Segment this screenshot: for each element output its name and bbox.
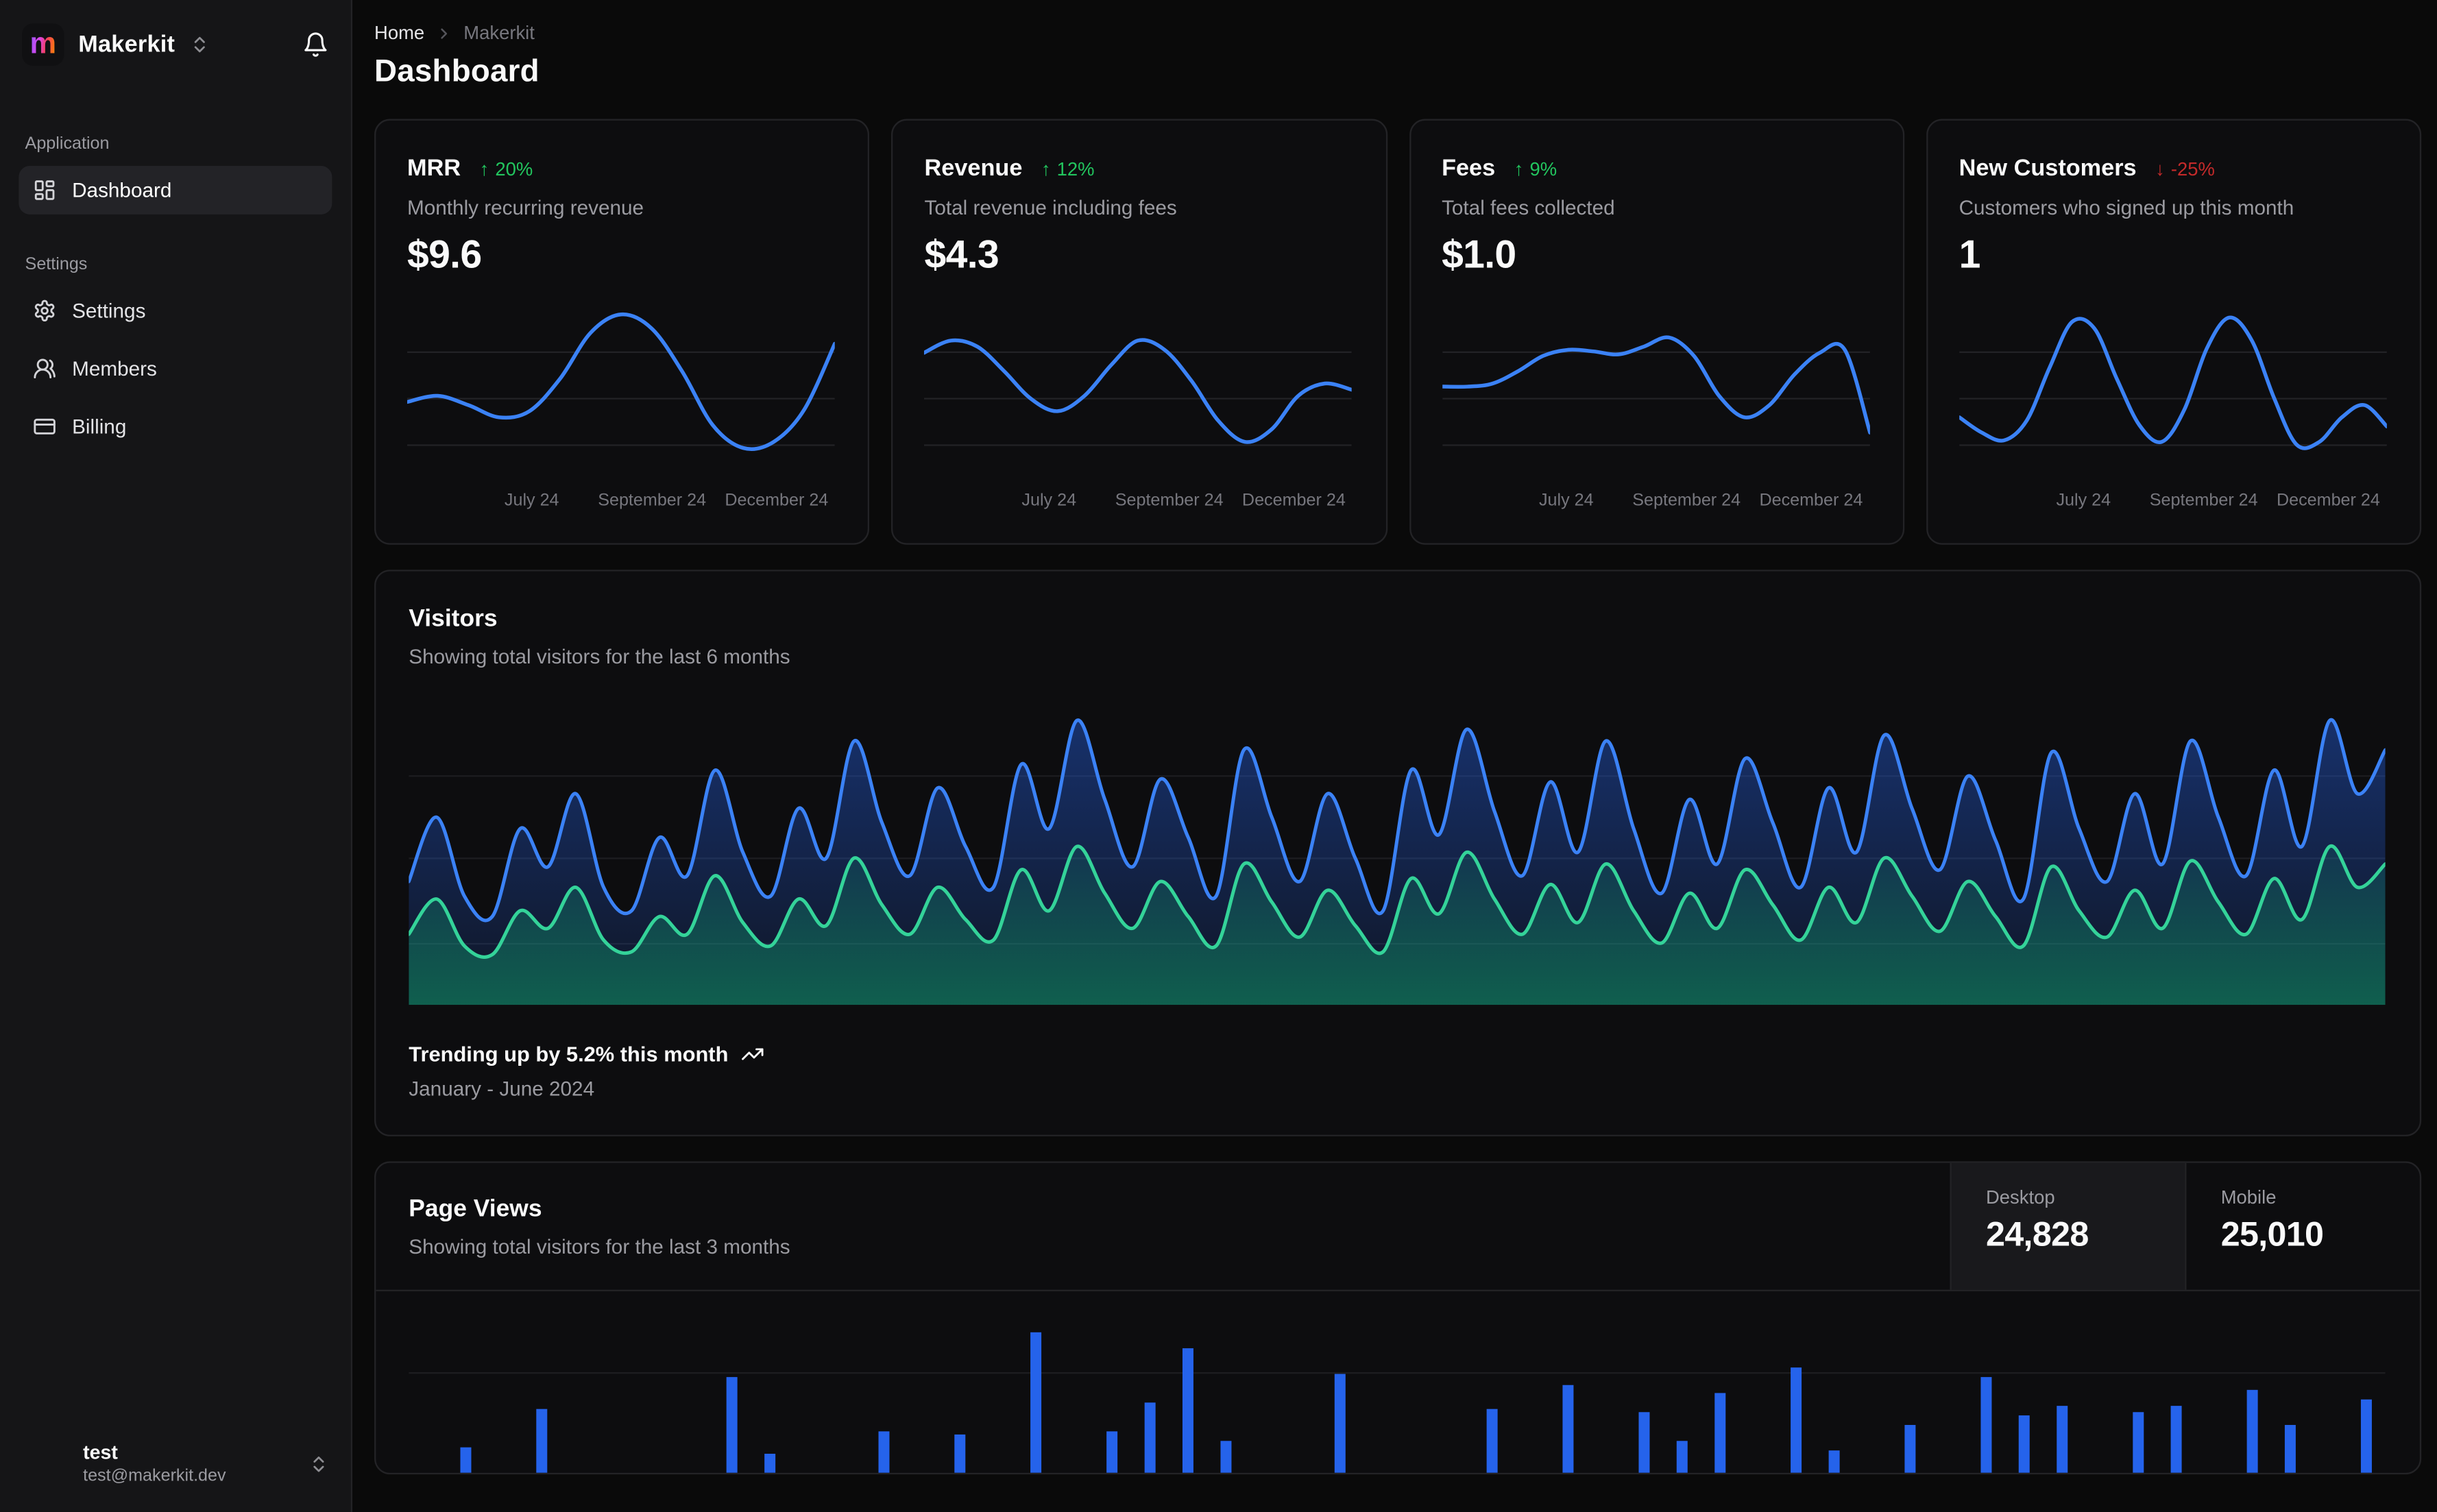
stat-title: New Customers [1959, 155, 2137, 182]
page-views-bar-chart [409, 1332, 2386, 1473]
trend-badge: ↑ 20% [479, 158, 533, 180]
tab-mobile[interactable]: Mobile 25,010 [2185, 1162, 2420, 1290]
dashboard-grid-icon [33, 178, 56, 202]
credit-card-icon [33, 415, 56, 438]
new-customers-sparkline-chart [1956, 315, 2389, 450]
stat-title: Revenue [924, 155, 1023, 182]
stat-subtitle: Monthly recurring revenue [407, 195, 644, 219]
sidebar-item-label: Billing [72, 415, 127, 439]
stat-subtitle: Customers who signed up this month [1959, 195, 2294, 219]
visitors-trend: Trending up by 5.2% this month [409, 1042, 2387, 1066]
sidebar-section-settings: Settings [25, 255, 88, 274]
app-name: Makerkit [78, 31, 175, 58]
breadcrumb-home-link[interactable]: Home [374, 22, 424, 44]
visitors-subtitle: Showing total visitors for the last 6 mo… [409, 644, 790, 669]
stat-value: $4.3 [924, 233, 999, 278]
notifications-bell-icon[interactable] [302, 32, 329, 58]
app-logo: m [21, 23, 64, 66]
trend-badge: ↑ 12% [1041, 158, 1095, 180]
stat-title: Fees [1442, 155, 1496, 182]
stat-card-new-customers: New Customers ↓ -25% Customers who signed… [1926, 119, 2422, 545]
stat-subtitle: Total revenue including fees [924, 195, 1177, 219]
workspace-selector[interactable]: m Makerkit [19, 21, 332, 69]
stat-card-fees: Fees ↑ 9% Total fees collected $1.0 July … [1409, 119, 1904, 545]
arrow-up-icon: ↑ [479, 158, 489, 180]
app-window: m Makerkit Application Dashboard Setting… [0, 0, 2437, 1512]
chevrons-up-down-icon [308, 1453, 329, 1474]
trend-badge: ↓ -25% [2155, 158, 2215, 180]
sidebar-item-label: Members [72, 356, 157, 380]
x-axis-labels: July 24 September 24 December 24 [504, 491, 829, 511]
chevron-right-icon [435, 24, 452, 41]
visitors-area-chart [409, 718, 2386, 1005]
x-axis-labels: July 24 September 24 December 24 [1021, 491, 1346, 511]
arrow-down-icon: ↓ [2155, 158, 2165, 180]
stat-subtitle: Total fees collected [1442, 195, 1615, 219]
stat-cards-row: MRR ↑ 20% Monthly recurring revenue $9.6 … [374, 119, 2422, 545]
page-title: Dashboard [374, 54, 539, 90]
stat-card-revenue: Revenue ↑ 12% Total revenue including fee… [891, 119, 1387, 545]
page-views-card: Page Views Showing total visitors for th… [374, 1161, 2422, 1475]
tab-desktop[interactable]: Desktop 24,828 [1950, 1162, 2185, 1290]
gear-icon [33, 299, 56, 322]
visitors-card: Visitors Showing total visitors for the … [374, 570, 2422, 1136]
page-views-header: Page Views Showing total visitors for th… [376, 1162, 2420, 1291]
stat-value: 1 [1959, 233, 1981, 278]
sidebar-item-billing[interactable]: Billing [19, 402, 332, 451]
breadcrumb-current: Makerkit [463, 21, 535, 44]
stat-value: $9.6 [407, 233, 482, 278]
user-avatar [22, 1440, 69, 1487]
user-email: test@makerkit.dev [83, 1466, 226, 1486]
page-views-title: Page Views [409, 1195, 542, 1223]
revenue-sparkline-chart [922, 338, 1355, 446]
mobile-total: 25,010 [2220, 1215, 2324, 1254]
main-content: Home Makerkit Dashboard MRR ↑ 20% Monthly… [352, 0, 2437, 1512]
fees-sparkline-chart [1440, 335, 1871, 446]
sidebar-item-label: Settings [72, 299, 146, 323]
mrr-sparkline-chart [405, 313, 837, 451]
x-axis-labels: July 24 September 24 December 24 [1538, 491, 1863, 511]
sidebar-item-label: Dashboard [72, 178, 172, 202]
desktop-total: 24,828 [1985, 1215, 2089, 1254]
sidebar-item-members[interactable]: Members [19, 344, 332, 393]
visitors-title: Visitors [409, 605, 498, 633]
breadcrumb: Home Makerkit [374, 22, 2421, 44]
user-menu[interactable]: test test@makerkit.dev [19, 1434, 332, 1493]
sidebar-item-settings[interactable]: Settings [19, 286, 332, 335]
page-views-subtitle: Showing total visitors for the last 3 mo… [409, 1234, 790, 1259]
user-name: test [83, 1441, 118, 1464]
stat-title: MRR [407, 155, 461, 182]
users-icon [33, 357, 56, 380]
arrow-up-icon: ↑ [1041, 158, 1051, 180]
chevrons-up-down-icon [189, 34, 210, 55]
stat-card-mrr: MRR ↑ 20% Monthly recurring revenue $9.6 … [374, 119, 870, 545]
sidebar-item-dashboard[interactable]: Dashboard [19, 166, 332, 215]
sidebar: m Makerkit Application Dashboard Setting… [0, 0, 353, 1512]
trending-up-icon [741, 1042, 764, 1066]
x-axis-labels: July 24 September 24 December 24 [2056, 491, 2380, 511]
trend-badge: ↑ 9% [1514, 158, 1557, 180]
visitors-date-range: January - June 2024 [409, 1077, 595, 1101]
sidebar-section-application: Application [25, 134, 110, 154]
stat-value: $1.0 [1442, 233, 1516, 278]
arrow-up-icon: ↑ [1514, 158, 1524, 180]
